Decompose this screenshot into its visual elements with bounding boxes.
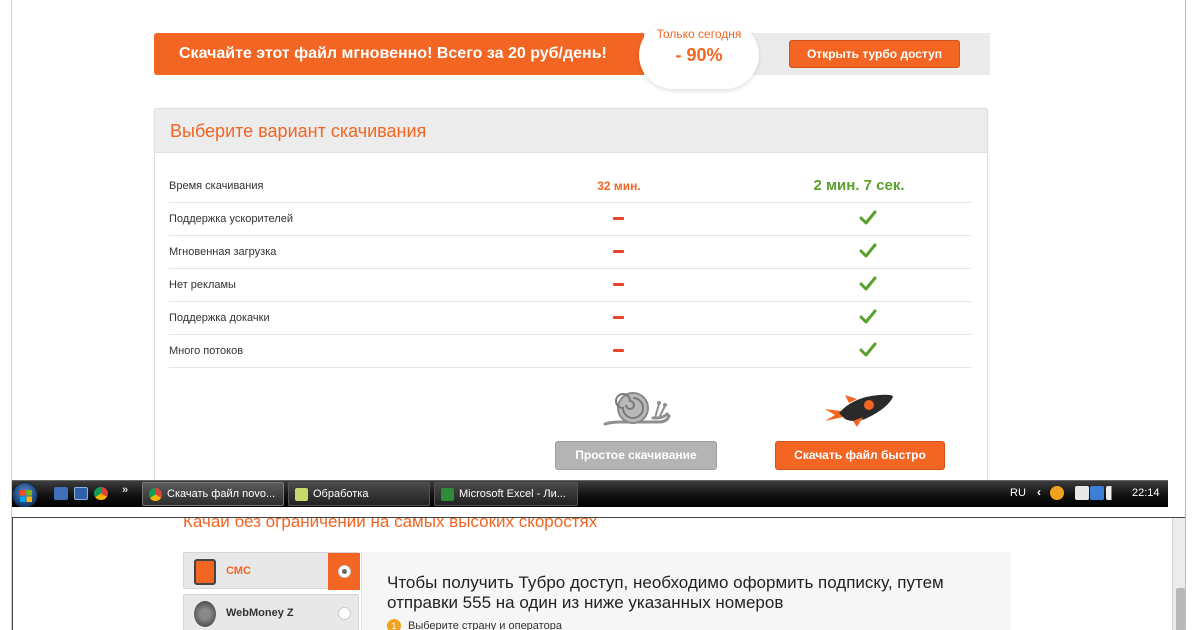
row-label: Поддержка докачки [169,312,270,324]
promo-text: Скачайте этот файл мгновенно! Всего за 2… [179,45,607,62]
task-label: Скачать файл novo... [167,488,276,500]
webmoney-icon [194,601,216,627]
windows-taskbar: » Скачать файл novo... Обработка Microso… [12,480,1168,508]
fast-download-time: 2 мин. 7 сек. [813,177,905,194]
screenshot-gap [12,507,1188,517]
right-border [1185,0,1200,630]
second-scrollbar-thumb[interactable] [1176,588,1185,630]
discount-badge-value: - 90% [675,45,723,65]
section-title: Качай без ограничений на самых высоких с… [183,517,598,531]
language-indicator[interactable]: RU [1010,487,1026,499]
task-button-chrome[interactable]: Скачать файл novo... [142,482,284,506]
phone-icon [194,559,216,585]
comparison-row: Поддержка ускорителей [169,203,971,236]
tray-expand-icon[interactable]: ‹ [1037,485,1041,499]
discount-badge: Только сегодня - 90% [639,21,759,89]
checkmark-icon [859,210,877,225]
clock[interactable]: 22:14 [1132,487,1160,499]
tray-tool-icon[interactable] [1075,486,1089,500]
volume-icon[interactable] [1106,486,1120,500]
comparison-row: Время скачивания 32 мин. 2 мин. 7 сек. [169,170,971,203]
simple-download-button[interactable]: Простое скачивание [555,441,717,470]
radio-button[interactable] [338,607,351,620]
start-button[interactable] [12,482,38,508]
screenshot-frame: Скачайте этот файл мгновенно! Всего за 2… [0,0,1200,630]
radio-selected[interactable] [328,553,360,590]
dash-icon [613,349,624,352]
payment-method-webmoney[interactable]: WebMoney Z [183,594,359,630]
promo-strip: Скачайте этот файл мгновенно! Всего за 2… [154,33,644,75]
payment-instructions: Чтобы получить Тубро доступ, необходимо … [387,573,944,612]
quicklaunch-overflow-icon[interactable]: » [122,484,128,496]
checkmark-icon [859,309,877,324]
payment-method-label: СМС [226,565,251,577]
dash-icon [613,283,624,286]
switch-windows-icon[interactable] [74,487,88,500]
task-label: Microsoft Excel - Ли... [459,488,566,500]
dash-icon [613,250,624,253]
step-number-badge: 1 [387,619,401,630]
chrome-quicklaunch-icon[interactable] [94,487,108,500]
comparison-row: Нет рекламы [169,269,971,302]
checkmark-icon [859,276,877,291]
download-options-panel: Выберите вариант скачивания Время скачив… [154,108,988,480]
payment-method-sms[interactable]: СМС [183,552,360,590]
browser-viewport: Скачайте этот файл мгновенно! Всего за 2… [12,0,1168,480]
fast-download-button[interactable]: Скачать файл быстро [775,441,945,470]
task-button-excel[interactable]: Microsoft Excel - Ли... [434,482,578,506]
snail-icon [603,392,671,426]
notepad-icon [295,488,308,501]
comparison-row: Мгновенная загрузка [169,236,971,269]
windows-logo-icon [20,490,32,502]
slow-download-time: 32 мин. [597,179,641,193]
panel-title: Выберите вариант скачивания [170,121,427,141]
show-desktop-icon[interactable] [54,487,68,500]
row-label: Много потоков [169,345,244,357]
second-screenshot: Качай без ограничений на самых высоких с… [12,517,1188,630]
discount-badge-caption: Только сегодня [656,27,742,41]
row-label: Нет рекламы [169,279,236,291]
payment-info: Чтобы получить Тубро доступ, необходимо … [361,552,1011,630]
tray-app-icon[interactable] [1050,486,1064,500]
dash-icon [613,316,624,319]
task-label: Обработка [313,488,369,500]
checkmark-icon [859,243,877,258]
task-button-editor[interactable]: Обработка [288,482,430,506]
radio-button[interactable] [338,565,351,578]
network-icon[interactable] [1090,486,1104,500]
comparison-row: Много потоков [169,335,971,368]
panel-header: Выберите вариант скачивания [155,109,987,153]
step-text: Выберите страну и оператора [408,620,562,630]
chrome-icon [149,488,162,501]
promo-banner: Скачайте этот файл мгновенно! Всего за 2… [154,21,990,89]
row-label: Время скачивания [169,180,264,192]
rocket-icon [825,394,893,427]
payment-methods: СМС WebMoney Z [183,552,360,630]
radio-unselected[interactable] [328,595,360,630]
dash-icon [613,217,624,220]
row-label: Мгновенная загрузка [169,246,277,258]
open-turbo-button[interactable]: Открыть турбо доступ [789,40,960,68]
checkmark-icon [859,342,877,357]
payment-method-label: WebMoney Z [226,607,294,619]
excel-icon [441,488,454,501]
comparison-row: Поддержка докачки [169,302,971,335]
row-label: Поддержка ускорителей [169,213,293,225]
radio-dot [342,569,347,574]
left-border [0,0,12,630]
